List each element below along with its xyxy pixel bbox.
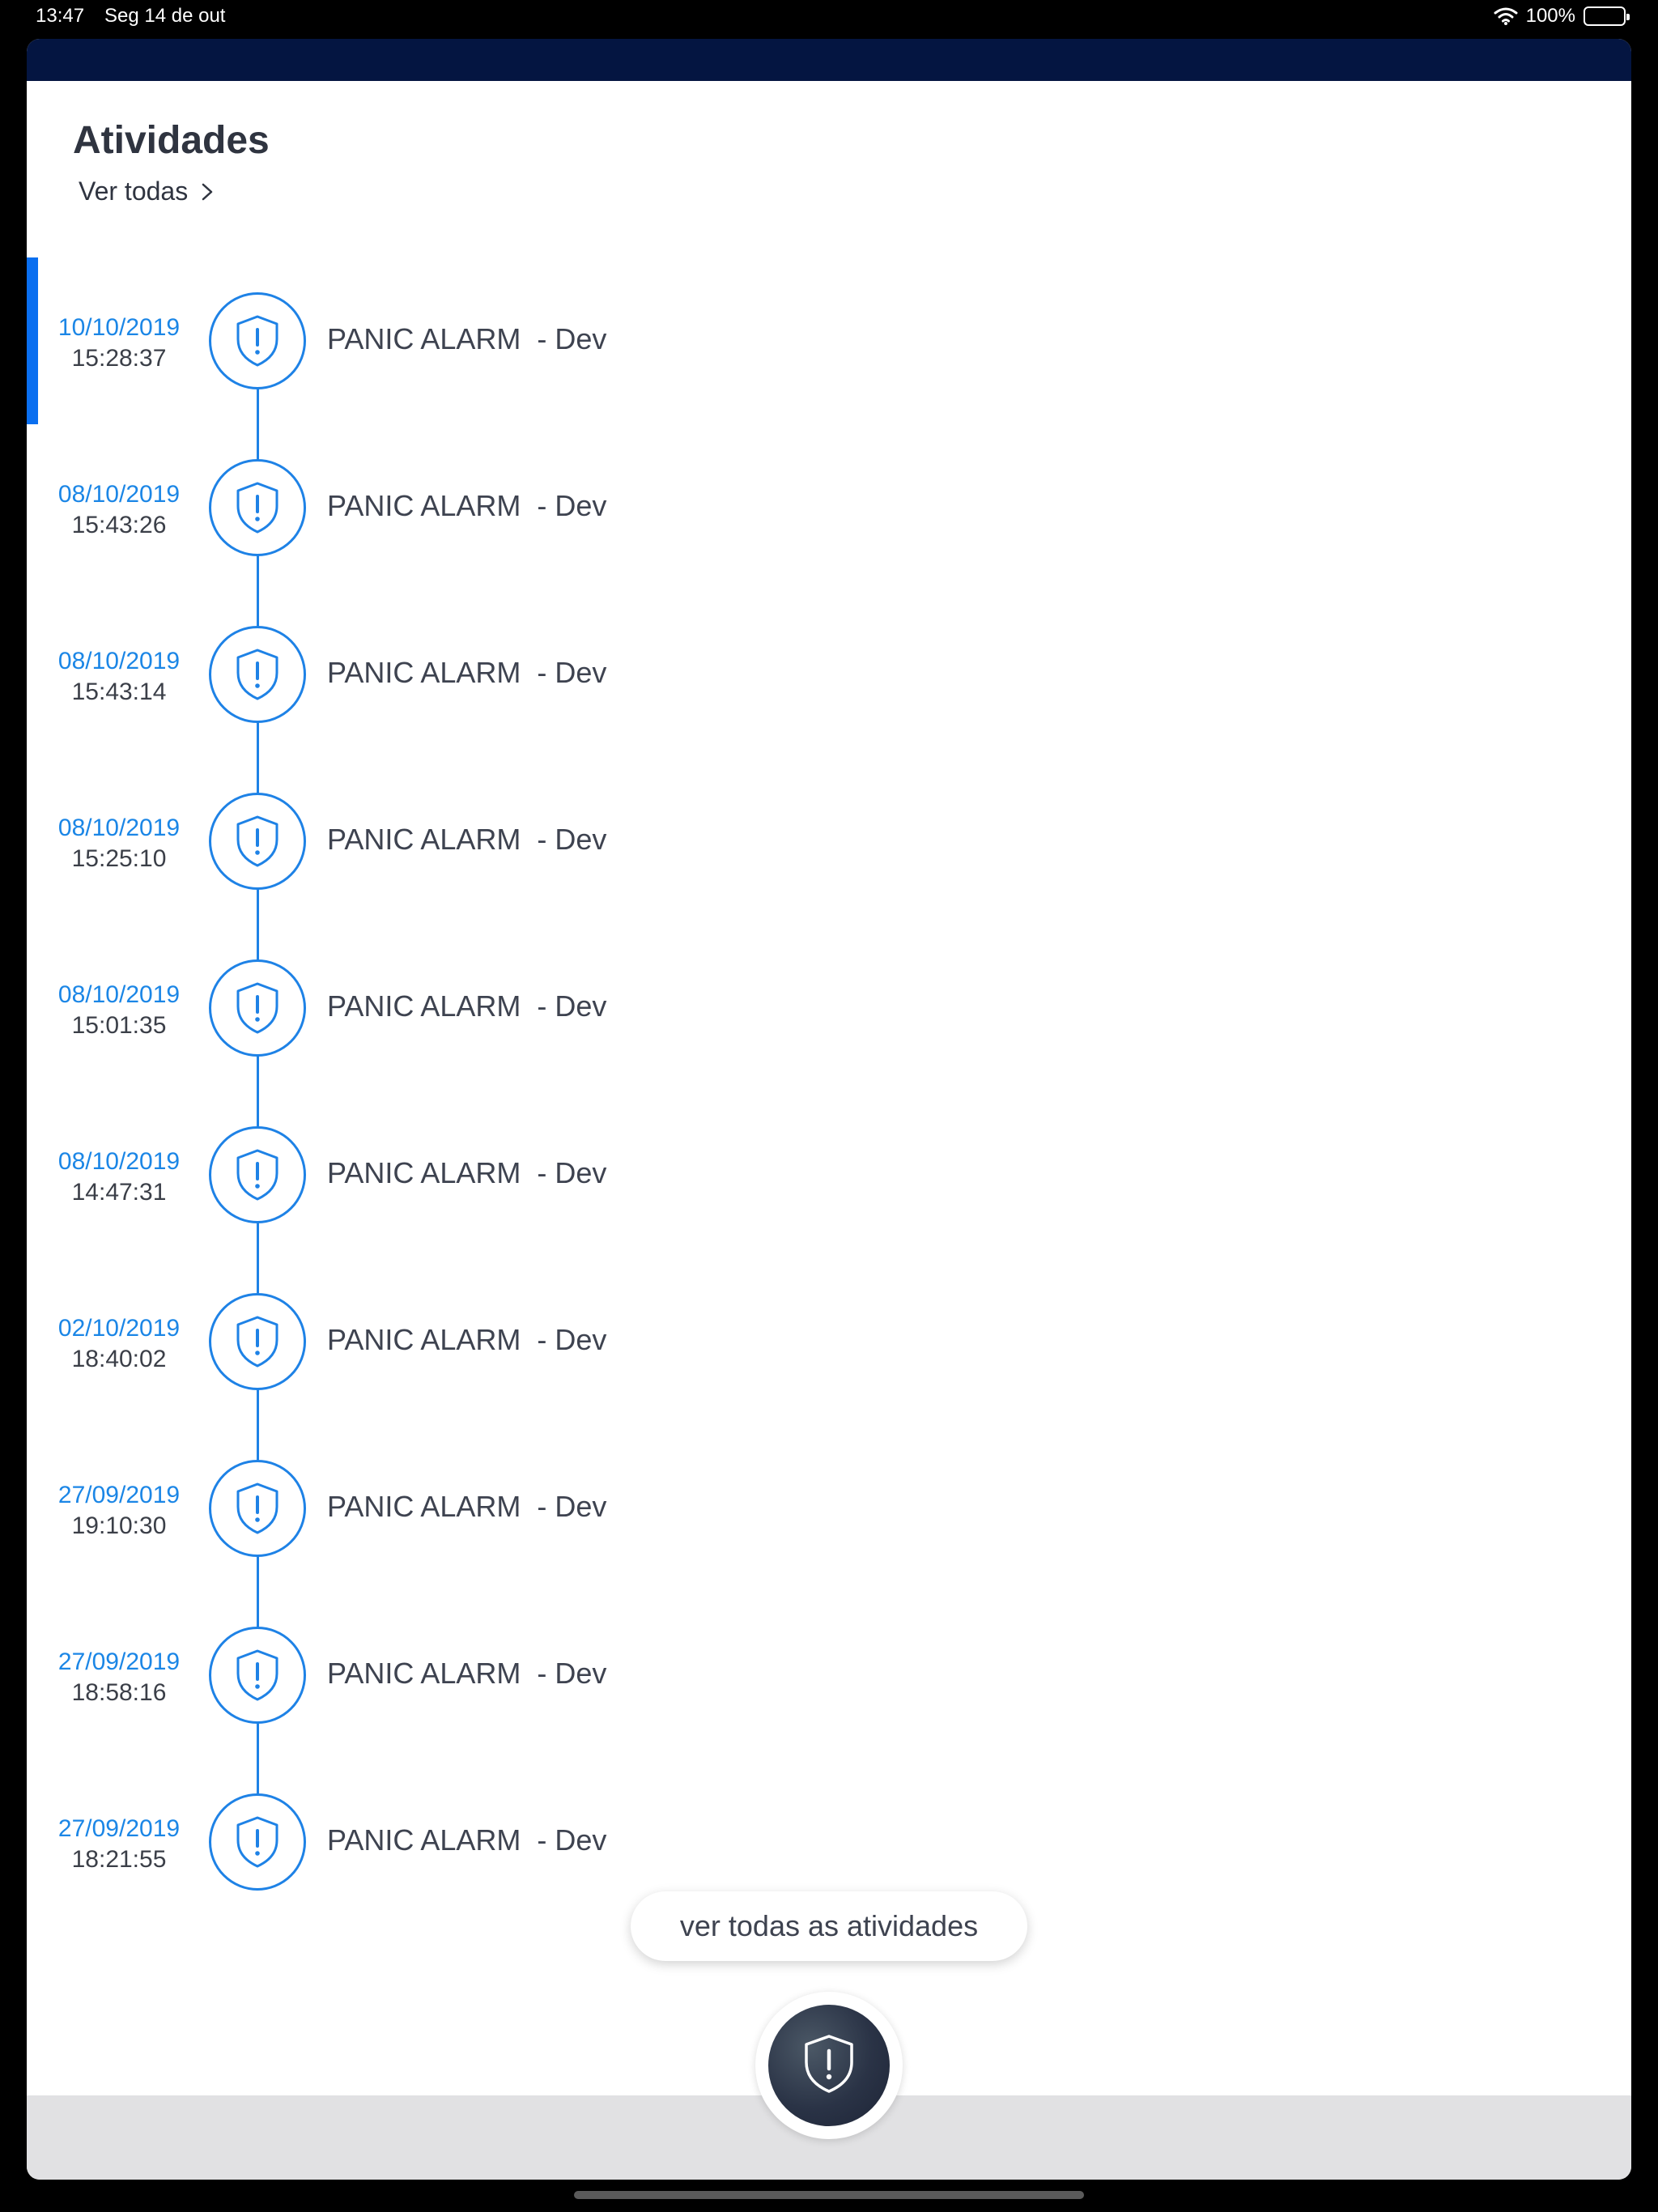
home-indicator: [574, 2191, 1084, 2199]
shield-alert-icon: [209, 959, 306, 1057]
activity-event: PANIC ALARM - Dev: [327, 823, 607, 856]
status-bar: 13:47 Seg 14 de out 100%: [0, 0, 1658, 36]
chevron-right-icon: [199, 180, 215, 204]
activity-time: 15:43:14: [71, 678, 167, 705]
activity-event: PANIC ALARM - Dev: [327, 1323, 607, 1356]
activity-datetime: 27/09/2019 18:58:16: [48, 1647, 190, 1708]
shield-alert-icon: [209, 1460, 306, 1557]
activity-date: 10/10/2019: [57, 314, 181, 341]
see-all-link[interactable]: Ver todas: [79, 177, 215, 206]
activity-date: 08/10/2019: [57, 481, 181, 508]
shield-alert-icon: [209, 1793, 306, 1891]
activity-event: PANIC ALARM - Dev: [327, 322, 607, 355]
panic-button-ring: [755, 1992, 903, 2139]
activity-row[interactable]: 08/10/2019 15:01:35 PANIC ALARM - Dev: [27, 925, 836, 1091]
activity-row[interactable]: 02/10/2019 18:40:02 PANIC ALARM - Dev: [27, 1258, 836, 1425]
activity-row[interactable]: 08/10/2019 15:25:10 PANIC ALARM - Dev: [27, 758, 836, 925]
activity-row[interactable]: 08/10/2019 15:43:26 PANIC ALARM - Dev: [27, 424, 836, 591]
battery-percent: 100%: [1525, 5, 1575, 27]
activity-event: PANIC ALARM - Dev: [327, 489, 607, 522]
shield-alert-icon: [209, 1293, 306, 1390]
status-indicators: 100%: [1494, 5, 1630, 28]
activity-event: PANIC ALARM - Dev: [327, 1490, 607, 1523]
activity-datetime: 10/10/2019 15:28:37: [48, 313, 190, 374]
activity-datetime: 02/10/2019 18:40:02: [48, 1313, 190, 1375]
activity-datetime: 08/10/2019 15:43:14: [48, 646, 190, 708]
activity-date: 08/10/2019: [57, 815, 181, 841]
activity-row[interactable]: 08/10/2019 14:47:31 PANIC ALARM - Dev: [27, 1091, 836, 1258]
battery-icon: [1584, 6, 1630, 26]
activity-datetime: 08/10/2019 15:01:35: [48, 980, 190, 1041]
activity-time: 18:21:55: [71, 1846, 167, 1873]
app-window: Atividades Ver todas 10/10/2019 15:28:37 P…: [27, 39, 1631, 2180]
activity-event: PANIC ALARM - Dev: [327, 1657, 607, 1690]
activity-row[interactable]: 08/10/2019 15:43:14 PANIC ALARM - Dev: [27, 591, 836, 758]
activity-time: 15:25:10: [71, 845, 167, 872]
activity-datetime: 08/10/2019 14:47:31: [48, 1146, 190, 1208]
activity-date: 27/09/2019: [57, 1648, 181, 1675]
activity-time: 15:01:35: [71, 1012, 167, 1039]
selected-indicator: [27, 257, 38, 424]
panic-button[interactable]: [768, 2005, 890, 2126]
wifi-icon: [1494, 6, 1518, 26]
page-title: Atividades: [73, 119, 270, 162]
shield-alert-icon: [209, 292, 306, 389]
activity-time: 19:10:30: [71, 1512, 167, 1539]
activity-row[interactable]: 27/09/2019 19:10:30 PANIC ALARM - Dev: [27, 1425, 836, 1592]
activity-row[interactable]: 10/10/2019 15:28:37 PANIC ALARM - Dev: [27, 257, 836, 424]
shield-alert-icon: [209, 459, 306, 556]
activity-date: 02/10/2019: [57, 1315, 181, 1342]
top-navigation-bar: [27, 39, 1631, 81]
activity-time: 15:43:26: [71, 512, 167, 538]
activity-date: 08/10/2019: [57, 648, 181, 674]
see-all-activities-button[interactable]: ver todas as atividades: [631, 1891, 1027, 1961]
shield-alert-icon: [209, 793, 306, 890]
activity-datetime: 27/09/2019 19:10:30: [48, 1480, 190, 1542]
activity-date: 08/10/2019: [57, 981, 181, 1008]
activity-event: PANIC ALARM - Dev: [327, 1823, 607, 1857]
activity-event: PANIC ALARM - Dev: [327, 1156, 607, 1189]
activity-datetime: 08/10/2019 15:25:10: [48, 813, 190, 874]
shield-alert-icon: [209, 1627, 306, 1724]
shield-alert-icon: [800, 2031, 858, 2100]
activity-datetime: 08/10/2019 15:43:26: [48, 479, 190, 541]
activity-time: 18:58:16: [71, 1679, 167, 1706]
shield-alert-icon: [209, 1126, 306, 1223]
shield-alert-icon: [209, 626, 306, 723]
activity-row[interactable]: 27/09/2019 18:58:16 PANIC ALARM - Dev: [27, 1592, 836, 1759]
activity-date: 27/09/2019: [57, 1482, 181, 1508]
activity-date: 27/09/2019: [57, 1815, 181, 1842]
activity-date: 08/10/2019: [57, 1148, 181, 1175]
activity-event: PANIC ALARM - Dev: [327, 656, 607, 689]
status-date: Seg 14 de out: [104, 5, 226, 27]
see-all-link-label: Ver todas: [79, 177, 189, 206]
status-time: 13:47: [36, 5, 85, 27]
activity-time: 18:40:02: [71, 1346, 167, 1372]
activity-event: PANIC ALARM - Dev: [327, 989, 607, 1023]
activity-datetime: 27/09/2019 18:21:55: [48, 1814, 190, 1875]
activity-time: 14:47:31: [71, 1179, 167, 1206]
activity-time: 15:28:37: [71, 345, 167, 372]
